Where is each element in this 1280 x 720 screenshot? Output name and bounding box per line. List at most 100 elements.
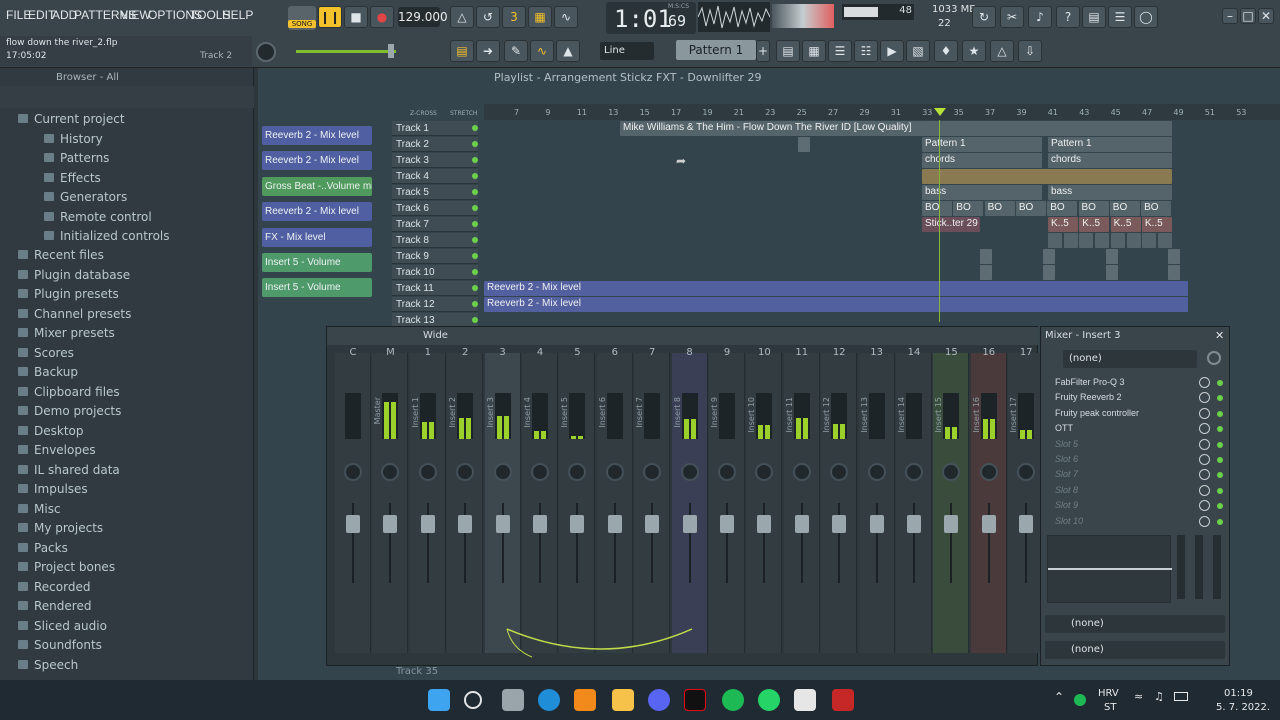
view-pianoroll-icon[interactable]: ▦ <box>802 40 826 62</box>
volume-fader[interactable] <box>570 515 585 533</box>
mixer-strip[interactable]: 4 Insert 4 <box>522 347 558 653</box>
mixer-strip[interactable]: 9 Insert 9 <box>709 347 745 653</box>
menu-item-view[interactable]: VIEW <box>120 8 151 22</box>
volume-fader[interactable] <box>383 515 398 533</box>
view-browser-icon[interactable]: ▶ <box>880 40 904 62</box>
master-pitch-knob[interactable] <box>256 42 276 62</box>
volume-fader[interactable] <box>981 515 996 533</box>
automation-clip[interactable] <box>1106 249 1118 264</box>
track-mute-led[interactable] <box>472 237 478 243</box>
pan-knob[interactable] <box>418 463 437 481</box>
volume-fader[interactable] <box>794 515 809 533</box>
pattern-clip-small[interactable] <box>1142 233 1157 248</box>
slot-mix-knob[interactable] <box>1199 469 1210 481</box>
track-mute-led[interactable] <box>472 285 478 291</box>
volume-fader[interactable] <box>420 515 435 533</box>
playlist-clip[interactable]: BO <box>1047 201 1078 216</box>
volume-fader[interactable] <box>607 515 622 533</box>
effect-slot[interactable]: OTT <box>1055 423 1073 433</box>
metronome-icon[interactable]: △ <box>450 6 474 28</box>
playlist-clip[interactable]: chords <box>922 153 1042 168</box>
slot-mix-knob[interactable] <box>1199 454 1210 465</box>
pencil-icon[interactable]: ✎ <box>504 40 528 62</box>
tool-icon-10[interactable]: ⇩ <box>1018 40 1042 62</box>
picker-item[interactable]: Gross Beat -..Volume mix <box>262 176 372 196</box>
browser-item[interactable]: Current project <box>18 112 125 126</box>
volume-fader[interactable] <box>944 515 959 533</box>
mixer-strip[interactable]: 10 Insert 10 <box>746 347 783 653</box>
mixer-strip[interactable]: 11 Insert 11 <box>783 347 820 653</box>
browser-item[interactable]: Misc <box>18 502 61 516</box>
pan-knob[interactable] <box>905 463 923 481</box>
fl-studio-icon[interactable] <box>574 689 596 711</box>
browser-item[interactable]: Recent files <box>18 248 104 262</box>
effect-slot[interactable]: Slot 10 <box>1055 516 1083 526</box>
tool-icon-7[interactable]: ♦ <box>934 40 958 62</box>
chat-icon[interactable]: ◯ <box>1134 6 1158 28</box>
playlist-clip[interactable]: BO <box>1078 201 1109 216</box>
browser-item[interactable]: Remote control <box>44 210 152 224</box>
stamp-icon[interactable]: ▲ <box>556 40 580 62</box>
track-mute-led[interactable] <box>472 157 478 163</box>
pattern-clip-small[interactable] <box>1063 233 1078 248</box>
browser-item[interactable]: Clipboard files <box>18 385 120 399</box>
task-view-icon[interactable] <box>502 689 524 711</box>
step-edit-icon[interactable]: ▦ <box>528 6 552 28</box>
stop-button[interactable]: ■ <box>344 6 368 28</box>
pattern-clip-small[interactable] <box>1157 233 1172 248</box>
browser-item[interactable]: Plugin database <box>18 268 130 282</box>
loop-record-icon[interactable]: ↺ <box>476 6 500 28</box>
mic-icon[interactable]: ♪ <box>1028 6 1052 28</box>
playlist-clip[interactable]: Stick..ter 29 <box>922 217 980 232</box>
playlist-clip[interactable]: Reeverb 2 - Mix level <box>484 281 1188 296</box>
automation-clip[interactable] <box>980 249 992 264</box>
volume-fader[interactable] <box>682 515 697 533</box>
slot-mix-knob[interactable] <box>1199 515 1210 527</box>
store-icon[interactable] <box>794 689 816 711</box>
track-mute-led[interactable] <box>472 205 478 211</box>
browser-item[interactable]: Soundfonts <box>18 638 102 652</box>
volume-fader[interactable] <box>832 515 847 533</box>
close-mixer-icon[interactable]: ✕ <box>1215 329 1224 342</box>
track-mute-led[interactable] <box>472 269 478 275</box>
track-header[interactable]: Track 1 <box>392 121 478 136</box>
slot-enable-led[interactable] <box>1217 441 1223 448</box>
mode-toggle[interactable]: SONG <box>288 6 316 30</box>
browser-item[interactable]: Mixer presets <box>18 326 115 340</box>
minimize-window-icon[interactable]: – <box>1222 8 1238 24</box>
track-mute-led[interactable] <box>472 221 478 227</box>
picker-item[interactable]: Insert 5 - Volume <box>262 278 372 298</box>
slot-mix-knob[interactable] <box>1199 438 1210 450</box>
magnet-icon[interactable]: ∿ <box>530 40 554 62</box>
track-header[interactable]: Track 5 <box>392 185 478 200</box>
playhead-marker[interactable] <box>934 108 946 116</box>
mixer-strip[interactable]: 16 Insert 16 <box>970 347 1007 653</box>
pan-knob[interactable] <box>830 463 849 481</box>
track-header[interactable]: Track 2 <box>392 137 478 152</box>
input-selector[interactable]: (none) <box>1063 350 1197 368</box>
pan-knob[interactable] <box>867 463 886 481</box>
eq-fader-1[interactable] <box>1177 535 1185 599</box>
mixer-strip[interactable]: 5 Insert 5 <box>559 347 596 653</box>
pan-knob[interactable] <box>381 463 400 481</box>
arrow-icon[interactable]: ➜ <box>476 40 500 62</box>
recorder-icon[interactable] <box>832 689 854 711</box>
browser-item[interactable]: Scores <box>18 346 74 360</box>
browser-item[interactable]: Patterns <box>44 151 109 165</box>
slot-enable-led[interactable] <box>1217 426 1223 433</box>
pattern-clip-small[interactable] <box>1079 233 1094 248</box>
picker-item[interactable]: Reeverb 2 - Mix level <box>262 151 372 171</box>
spotify-tray-icon[interactable] <box>1074 694 1086 706</box>
slot-mix-knob[interactable] <box>1199 392 1210 404</box>
slot-enable-led[interactable] <box>1217 487 1223 494</box>
mixer-strip[interactable]: 8 Insert 8 <box>671 347 708 653</box>
track-header[interactable]: Track 6 <box>392 201 478 216</box>
audio-clip-tail[interactable] <box>920 121 1172 136</box>
pan-knob[interactable] <box>531 463 549 481</box>
volume-fader[interactable] <box>720 515 734 533</box>
netflix-icon[interactable] <box>684 689 706 711</box>
mixer-mode[interactable]: Wide <box>423 330 448 341</box>
pattern-clip-small[interactable] <box>1095 233 1110 248</box>
eq-fader-2[interactable] <box>1195 535 1203 599</box>
pan-knob[interactable] <box>680 463 699 481</box>
